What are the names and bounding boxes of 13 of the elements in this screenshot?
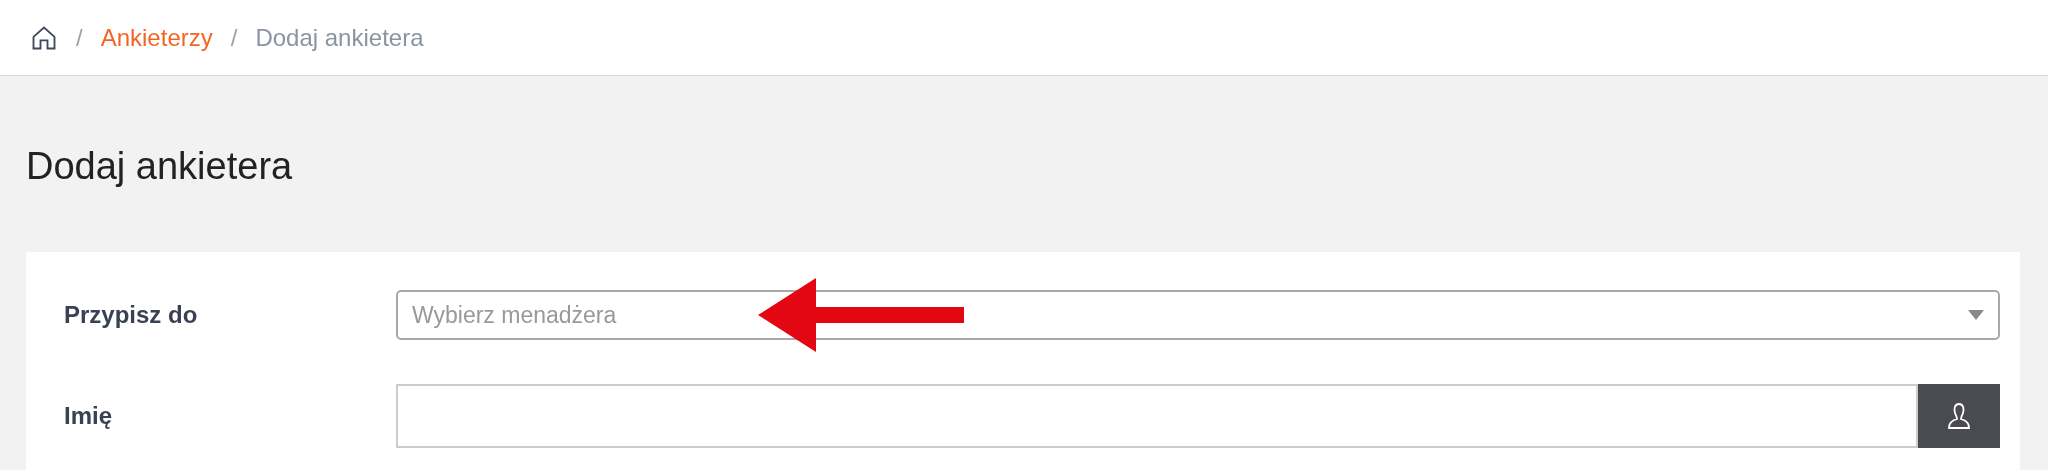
breadcrumb-current: Dodaj ankietera bbox=[255, 22, 424, 53]
page-title: Dodaj ankietera bbox=[26, 144, 294, 189]
field-label: Imię bbox=[64, 401, 114, 431]
select-placeholder: Wybierz menadżera bbox=[412, 300, 617, 330]
breadcrumb-separator: / bbox=[76, 22, 83, 53]
name-field[interactable] bbox=[396, 384, 1918, 448]
caret-icon bbox=[1968, 310, 1984, 320]
manager-select[interactable]: Wybierz menadżera bbox=[396, 290, 2000, 340]
breadcrumb-separator: / bbox=[230, 22, 238, 53]
breadcrumb-link[interactable]: Ankieterzy bbox=[100, 19, 213, 56]
field-label: Przypisz do bbox=[64, 300, 199, 330]
user-button[interactable] bbox=[1918, 384, 2000, 448]
user-icon bbox=[1948, 402, 1970, 430]
